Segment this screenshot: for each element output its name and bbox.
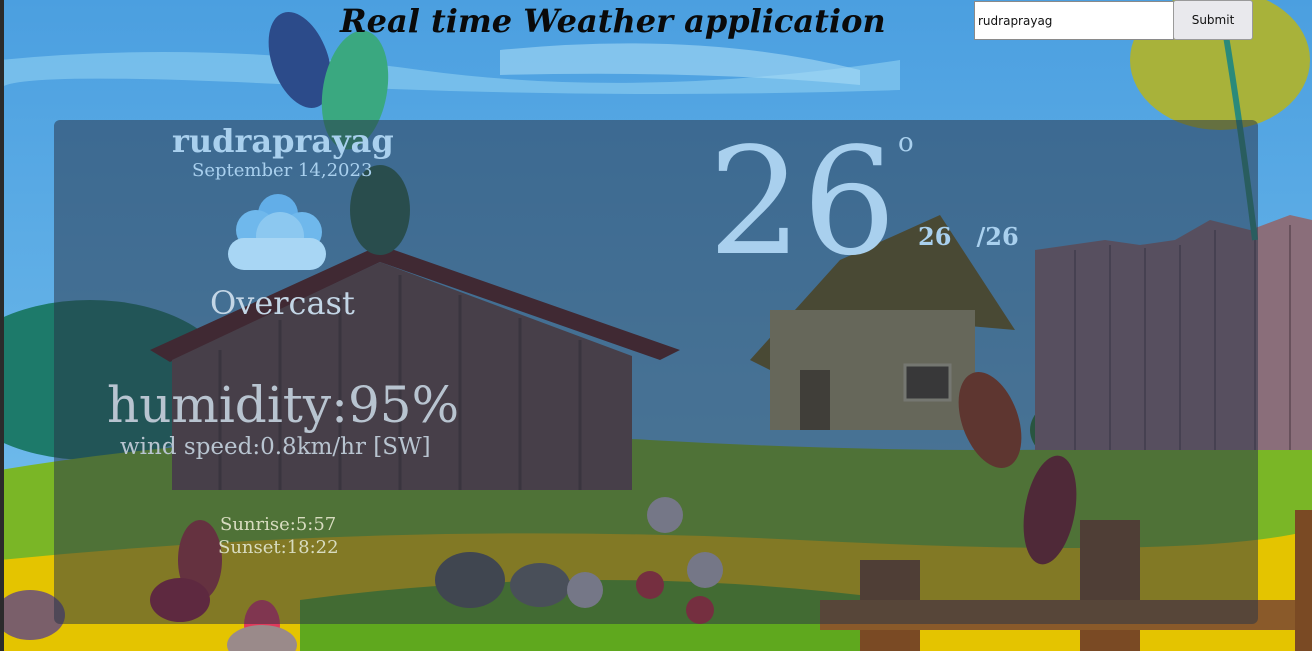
- app-title: Real time Weather application: [340, 2, 886, 40]
- humidity-value: humidity:95%: [107, 376, 460, 434]
- city-name: rudraprayag: [172, 122, 394, 160]
- submit-button[interactable]: Submit: [1173, 0, 1253, 40]
- sunrise-time: Sunrise:5:57: [220, 514, 337, 535]
- degree-symbol: o: [898, 128, 914, 158]
- min-temperature: 26: [918, 222, 952, 251]
- max-temperature: /26: [976, 222, 1019, 251]
- weather-condition: Overcast: [210, 284, 355, 322]
- city-search-input[interactable]: [974, 1, 1174, 40]
- sunset-time: Sunset:18:22: [218, 537, 339, 558]
- wind-speed-value: wind speed:0.8km/hr [SW]: [120, 434, 431, 460]
- date-text: September 14,2023: [192, 160, 373, 181]
- window-edge: [0, 0, 4, 651]
- current-temperature: 26: [708, 116, 897, 288]
- min-max-temperature: 26 /26: [918, 222, 1019, 251]
- cloud-icon: [228, 194, 326, 270]
